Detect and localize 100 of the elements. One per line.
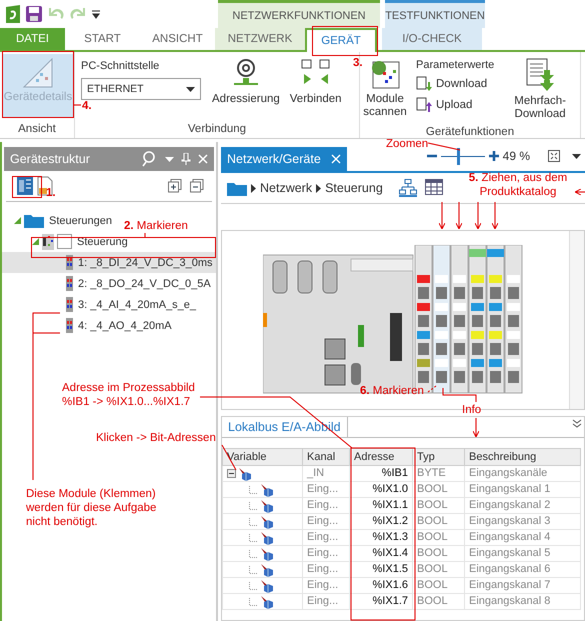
document-icon[interactable] <box>37 176 53 196</box>
breadcrumb-item[interactable]: Netzwerk <box>260 181 312 195</box>
column-header[interactable]: Adresse <box>350 448 412 466</box>
caret-icon <box>165 156 174 162</box>
vertical-scrollbar[interactable] <box>569 231 584 409</box>
group-label: Verbindung <box>188 123 246 135</box>
document-tab[interactable]: Netzwerk/Geräte <box>221 147 347 171</box>
expand-all-icon[interactable] <box>168 179 182 193</box>
ribbon-tab[interactable]: START <box>65 28 140 50</box>
ribbon-button[interactable]: Verbinden <box>286 54 345 118</box>
pin-icon[interactable] <box>181 153 191 165</box>
annotation: 1. <box>46 186 56 200</box>
context-group-label: NETZWERKFUNKTIONEN <box>232 10 366 22</box>
close-icon[interactable] <box>330 154 341 164</box>
expand-icon[interactable] <box>32 238 39 245</box>
leader-line <box>74 104 82 106</box>
multi-download-icon <box>524 58 556 92</box>
ribbon-button[interactable]: Upload <box>416 97 494 113</box>
download-icon <box>416 76 432 92</box>
variable-icon <box>260 546 276 560</box>
table-row[interactable]: Eing... %IX1.2 BOOL Eingangskanal 3 <box>222 514 580 530</box>
ribbon-button[interactable]: Download <box>416 76 494 92</box>
annotation: 5. Ziehen, aus dem Produktkatalog <box>468 171 568 199</box>
annotation: Info <box>462 403 482 417</box>
arrow <box>474 202 482 230</box>
table-view-icon[interactable] <box>424 179 443 197</box>
ribbon-button[interactable]: Mehrfach-Download <box>502 54 578 123</box>
zoom-reading: 49 % <box>502 149 530 163</box>
controller-icon <box>42 234 54 250</box>
column-header[interactable]: Beschreibung <box>464 448 580 466</box>
arrow <box>438 202 446 230</box>
ribbon-button[interactable]: Adressierung <box>209 54 283 118</box>
annotation: 2. Markieren <box>124 219 188 233</box>
device-view-icon[interactable] <box>16 176 34 196</box>
collapse-all-icon[interactable] <box>190 179 204 193</box>
annotation: Zoomen <box>386 137 428 151</box>
chevron-icon <box>251 184 256 192</box>
table-row[interactable]: Eing... %IX1.1 BOOL Eingangskanal 2 <box>222 498 580 514</box>
tree-item[interactable]: Steuerungen <box>49 214 112 226</box>
save-icon[interactable] <box>26 6 42 22</box>
module-icon <box>66 255 73 270</box>
network-view-icon[interactable] <box>398 179 417 197</box>
tree-item[interactable]: Steuerung <box>77 236 128 248</box>
tree-item[interactable]: 3: _4_AI_4_20mA_s_e_ <box>78 298 196 310</box>
leader-line <box>144 232 146 238</box>
highlight-frame <box>2 51 74 118</box>
interface-dropdown[interactable]: ETHERNET <box>81 78 201 100</box>
annotation: 6. Markieren <box>360 384 424 398</box>
variable-icon <box>260 578 276 592</box>
folder-icon <box>227 180 247 196</box>
table-row[interactable]: _IN %IB1 BYTE Eingangskanäle <box>222 466 580 482</box>
module-icon <box>66 297 73 312</box>
ribbon-tab[interactable]: NETZWERK <box>215 28 305 50</box>
ribbon-tab[interactable]: ANSICHT <box>140 28 215 50</box>
collapse-icon[interactable] <box>227 469 236 478</box>
variable-icon <box>238 466 254 480</box>
annotation: Adresse im Prozessabbild %IB1 -> %IX1.0...%IX1.7 <box>62 381 196 409</box>
module-scan-icon <box>369 58 401 90</box>
tree-item[interactable]: 2: _8_DO_24_V_DC_0_5A <box>78 278 211 290</box>
module-icon <box>66 276 73 291</box>
variable-icon <box>260 482 276 496</box>
arrow <box>472 418 480 438</box>
expand-icon[interactable] <box>14 217 21 224</box>
tree-item[interactable]: 4: _4_AO_4_20mA <box>78 320 172 332</box>
customize-menu-icon[interactable] <box>92 9 100 19</box>
close-icon[interactable] <box>198 154 208 164</box>
variable-icon <box>260 594 276 608</box>
app-logo-icon <box>6 5 20 23</box>
column-header[interactable]: Kanal <box>302 448 350 466</box>
annotation: Diese Module (Klemmen) werden für diese Aufgabe nicht benötigt. <box>26 487 158 529</box>
table-row[interactable]: Eing... %IX1.4 BOOL Eingangskanal 5 <box>222 546 580 562</box>
group-label: Ansicht <box>18 123 56 135</box>
highlight-frame <box>312 26 378 56</box>
table-row[interactable]: Eing... %IX1.5 BOOL Eingangskanal 6 <box>222 562 580 578</box>
zoom-in-icon[interactable] <box>488 151 499 161</box>
ribbon-tab[interactable]: GERÄT <box>305 28 377 52</box>
ribbon-tab[interactable]: I/O-CHECK <box>382 28 482 50</box>
variable-icon <box>260 530 276 544</box>
folder-icon <box>24 213 44 228</box>
table-row[interactable]: Eing... %IX1.3 BOOL Eingangskanal 4 <box>222 530 580 546</box>
upload-icon <box>416 97 432 113</box>
fit-screen-icon[interactable] <box>548 150 560 162</box>
tab-title: Netzwerk/Geräte <box>227 152 321 166</box>
leader-line <box>442 388 476 402</box>
empty-square-icon <box>57 234 72 249</box>
annotation: 4. <box>82 99 92 113</box>
search-icon[interactable] <box>142 151 158 167</box>
ribbon-button[interactable]: Module scannen <box>362 54 408 123</box>
device-details-icon <box>22 58 54 88</box>
annotation: Klicken -> Bit-Adressen <box>96 431 216 445</box>
leader-line <box>428 142 460 150</box>
column-header[interactable]: Typ <box>412 448 464 466</box>
pane-title: Gerätestruktur <box>10 152 90 166</box>
chevron-icon <box>316 184 322 192</box>
table-row[interactable]: Eing... %IX1.6 BOOL Eingangskanal 7 <box>222 578 580 594</box>
table-row[interactable]: Eing... %IX1.7 BOOL Eingangskanal 8 <box>222 594 580 610</box>
breadcrumb-item[interactable]: Steuerung <box>325 181 383 195</box>
table-row[interactable]: Eing... %IX1.0 BOOL Eingangskanal 1 <box>222 482 580 498</box>
leader-line <box>428 386 436 392</box>
arrow <box>492 202 498 230</box>
